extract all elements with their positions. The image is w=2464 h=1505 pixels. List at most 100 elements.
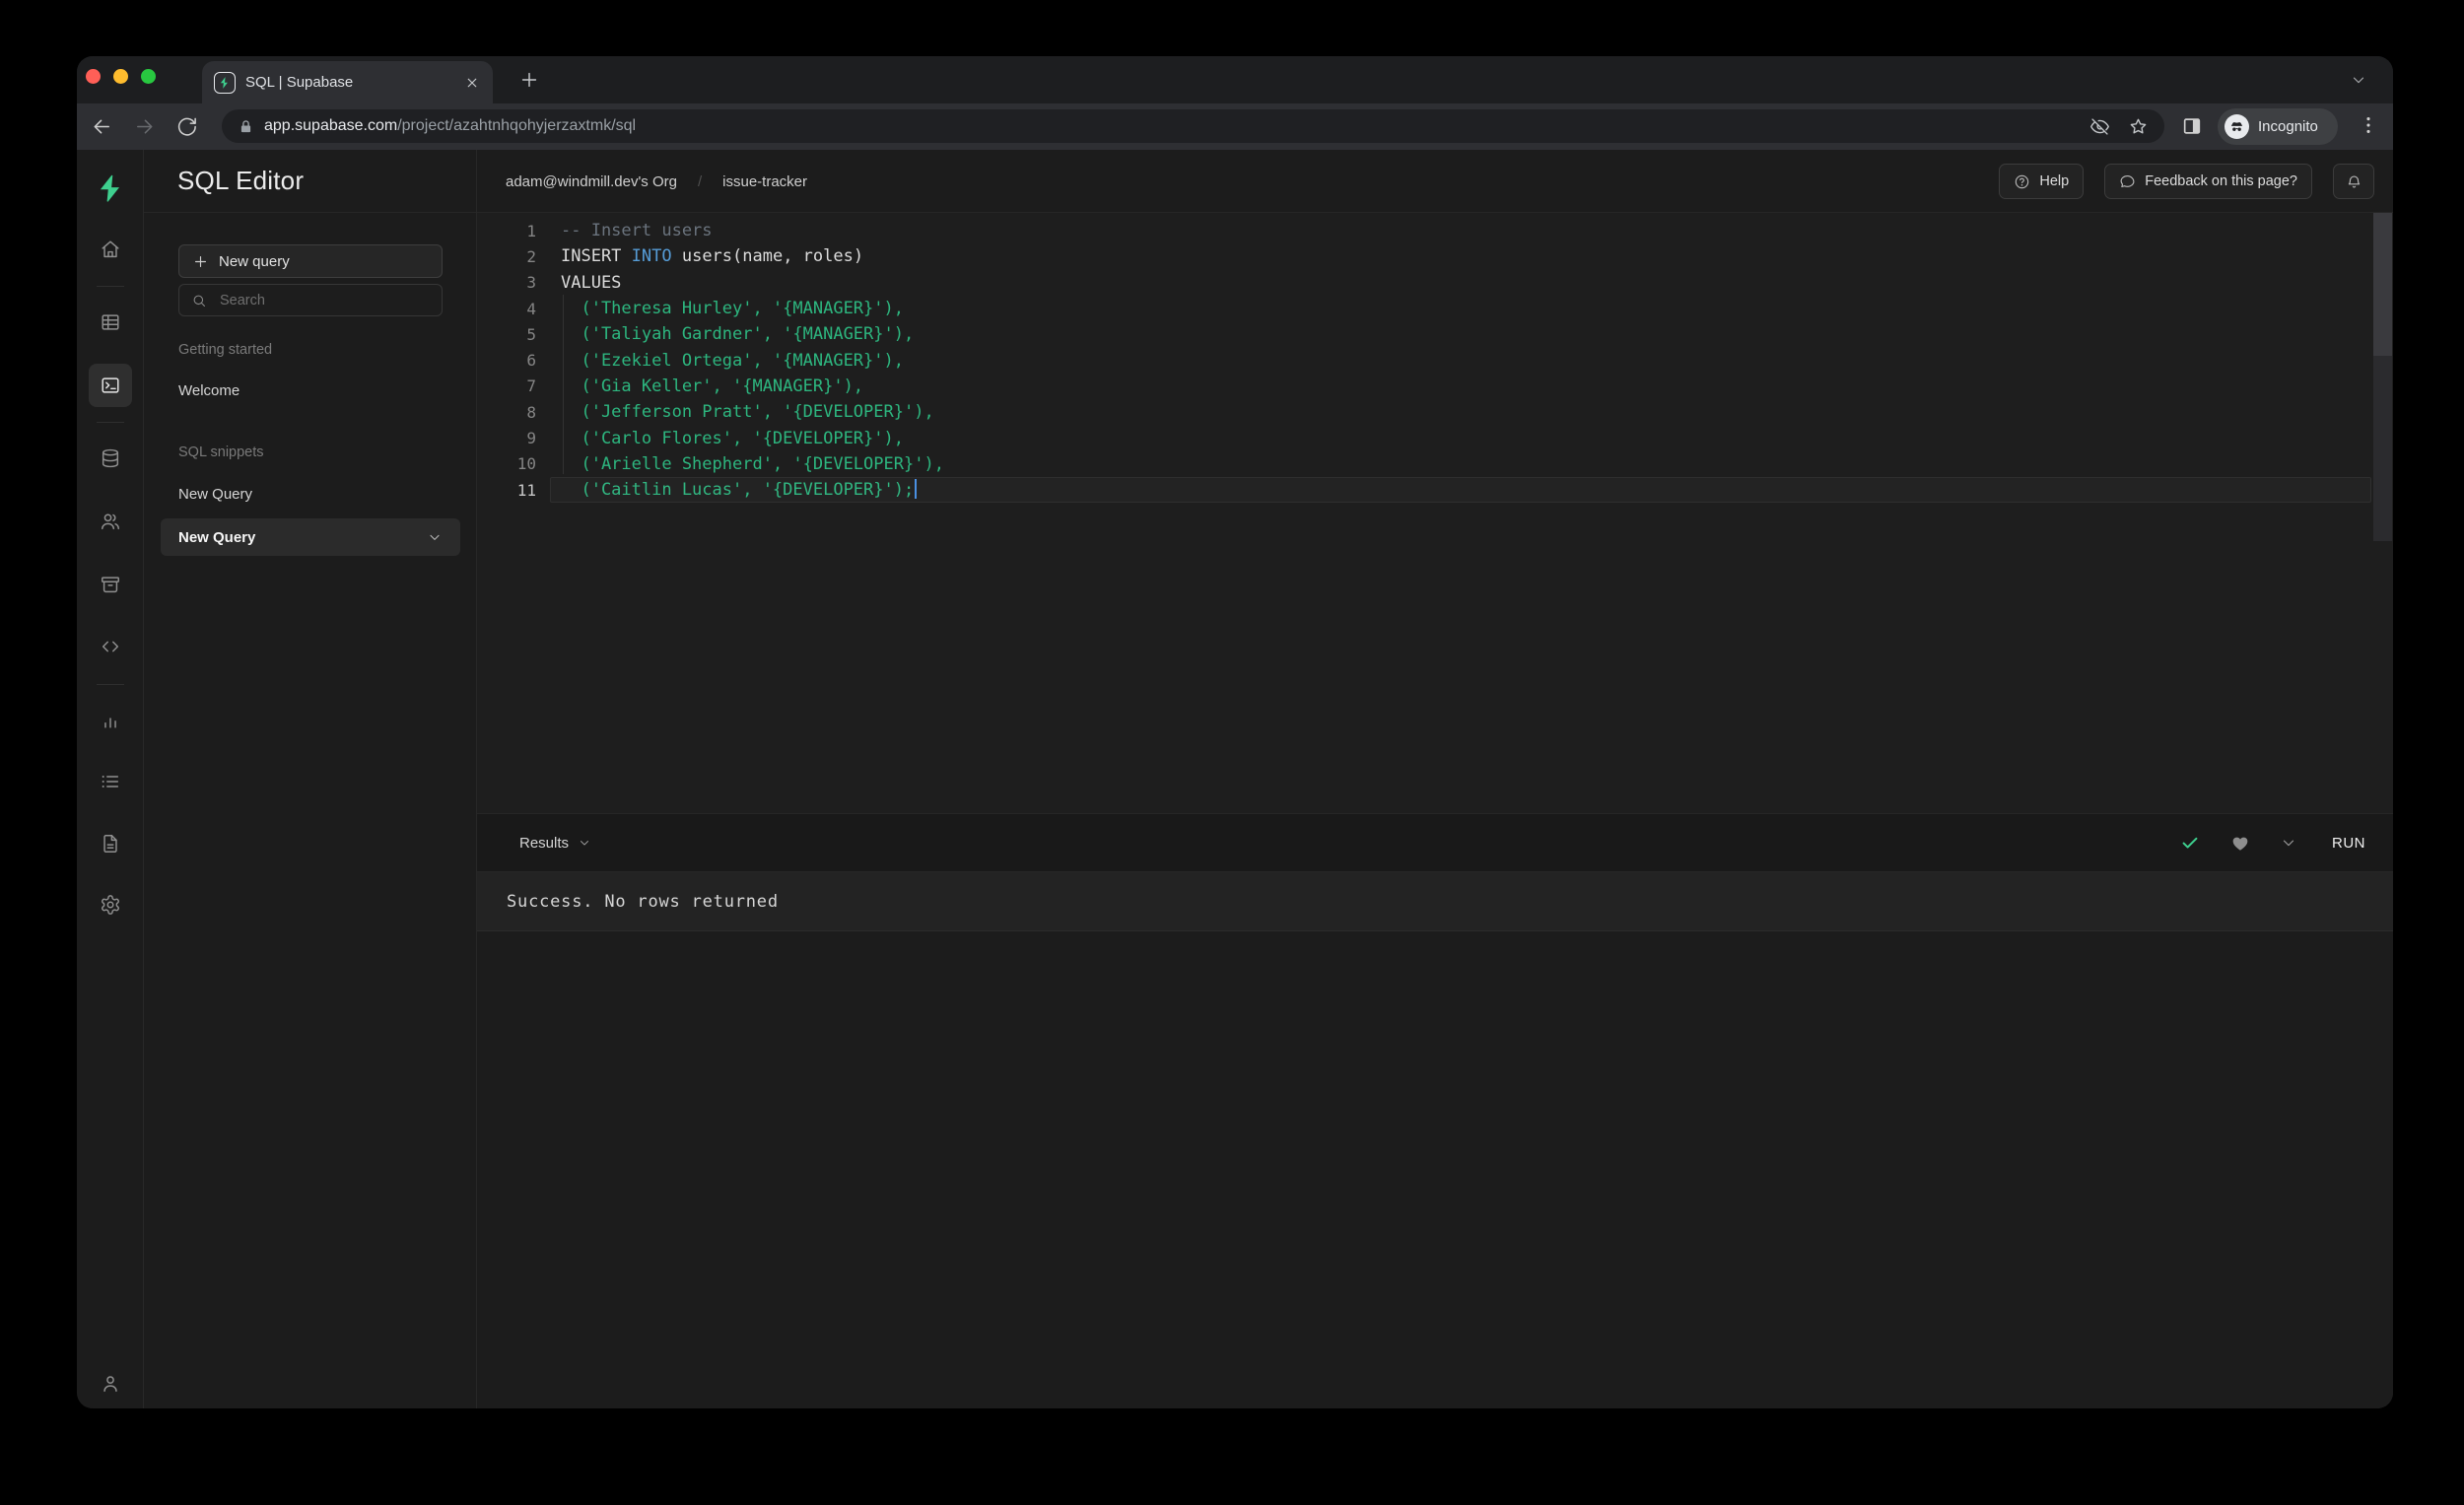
incognito-badge: Incognito [2218, 108, 2338, 145]
feedback-button[interactable]: Feedback on this page? [2104, 164, 2312, 199]
code-line: 2 INSERT INTO users(name, roles) [477, 243, 2393, 269]
supabase-logo[interactable] [96, 173, 125, 203]
snippet-item[interactable]: Welcome [178, 382, 240, 399]
breadcrumb: adam@windmill.dev's Org / issue-tracker [506, 150, 807, 213]
url-domain: app.supabase.com [264, 117, 398, 134]
plus-icon [192, 253, 209, 270]
run-options-chevron-icon[interactable] [2280, 834, 2297, 852]
query-valid-check-icon[interactable] [2179, 832, 2201, 854]
close-window-button[interactable] [86, 69, 101, 84]
sql-editor-panel: SQL Editor New query Getting started Welc… [144, 150, 477, 1408]
rail-item-sql-editor[interactable] [89, 364, 132, 407]
code-text: ('Gia Keller', '{MANAGER}'), [561, 376, 864, 396]
forward-button[interactable] [133, 115, 156, 138]
browser-menu-icon[interactable] [2358, 114, 2379, 136]
search-input[interactable] [218, 291, 430, 309]
back-button[interactable] [91, 115, 113, 138]
reload-button[interactable] [175, 115, 198, 138]
logs-icon [102, 775, 119, 788]
code-line: 4 ('Theresa Hurley', '{MANAGER}'), [477, 296, 2393, 321]
storage-icon [102, 577, 119, 593]
help-button[interactable]: Help [1999, 164, 2085, 199]
feedback-button-label: Feedback on this page? [2145, 173, 2297, 189]
rail-item-home[interactable] [89, 228, 132, 271]
sql-editor-icon [102, 377, 119, 393]
rail-item-edge-functions[interactable] [89, 625, 132, 668]
code-text: ('Theresa Hurley', '{MANAGER}'), [561, 299, 904, 319]
browser-window: SQL | Supabase app.supabase.com/project/… [77, 56, 2393, 1408]
breadcrumb-project[interactable]: issue-tracker [722, 173, 807, 190]
minimize-window-button[interactable] [113, 69, 128, 84]
snippet-item[interactable]: New Query [178, 486, 252, 503]
settings-gear-icon [102, 895, 119, 915]
code-line: 7 ('Gia Keller', '{MANAGER}'), [477, 374, 2393, 399]
code-text: -- Insert users [561, 221, 713, 241]
browser-tab[interactable]: SQL | Supabase [202, 61, 493, 103]
section-label: Getting started [178, 342, 273, 358]
code-line: 5 ('Taliyah Gardner', '{MANAGER}'), [477, 321, 2393, 347]
desktop-background: SQL | Supabase app.supabase.com/project/… [0, 0, 2464, 1505]
new-query-button-label: New query [219, 252, 290, 270]
rail-item-docs[interactable] [89, 822, 132, 865]
chevron-down-icon[interactable] [427, 529, 443, 545]
results-empty-area [477, 931, 2393, 1408]
code-line: 9 ('Carlo Flores', '{DEVELOPER}'), [477, 425, 2393, 450]
code-text: ('Taliyah Gardner', '{MANAGER}'), [561, 324, 915, 345]
database-icon [102, 448, 119, 468]
url-bar[interactable]: app.supabase.com/project/azahtnhqohyjerz… [222, 109, 2164, 143]
rail-item-account[interactable] [89, 1362, 132, 1405]
editor-scrollbar[interactable] [2373, 213, 2392, 541]
side-panel-icon[interactable] [2181, 115, 2203, 137]
snippet-item-selected[interactable]: New Query [161, 518, 460, 556]
sql-code-editor[interactable]: 1 -- Insert users 2 INSERT INTO users(name,… [477, 213, 2393, 813]
rail-item-storage[interactable] [89, 563, 132, 606]
query-result-message-row: Success. No rows returned [477, 872, 2393, 931]
new-query-button[interactable]: New query [178, 244, 443, 278]
home-icon [102, 240, 119, 258]
code-line: 3 VALUES [477, 270, 2393, 296]
line-number: 5 [526, 324, 536, 344]
eye-off-icon[interactable] [2089, 116, 2110, 137]
chevron-down-icon [578, 836, 591, 850]
rail-item-reports[interactable] [89, 699, 132, 742]
docs-icon [103, 835, 117, 853]
code-line: 6 ('Ezekiel Ortega', '{MANAGER}'), [477, 347, 2393, 373]
breadcrumb-separator: / [697, 172, 703, 190]
rail-item-settings-gear[interactable] [89, 883, 132, 926]
main-content: adam@windmill.dev's Org / issue-tracker … [477, 150, 2393, 1408]
breadcrumb-org[interactable]: adam@windmill.dev's Org [506, 173, 677, 190]
rail-divider [97, 286, 124, 287]
run-button[interactable]: RUN [2326, 835, 2365, 852]
close-tab-icon[interactable] [463, 74, 481, 92]
rail-item-auth-users[interactable] [89, 500, 132, 543]
panel-header: SQL Editor [144, 150, 476, 213]
new-tab-button[interactable] [518, 69, 540, 91]
code-line: 11 ('Caitlin Lucas', '{DEVELOPER}'); [477, 476, 2393, 504]
favorite-heart-icon[interactable] [2229, 832, 2251, 854]
zoom-window-button[interactable] [141, 69, 156, 84]
code-text: ('Caitlin Lucas', '{DEVELOPER}'); [561, 479, 918, 500]
text-cursor [915, 479, 918, 500]
reports-icon [104, 718, 116, 728]
rail-item-table-editor[interactable] [89, 301, 132, 344]
line-number: 9 [526, 429, 536, 448]
code-text: INSERT INTO users(name, roles) [561, 246, 864, 267]
line-number: 1 [526, 221, 536, 240]
incognito-label: Incognito [2258, 118, 2318, 135]
rail-item-database[interactable] [89, 437, 132, 480]
supabase-app: SQL Editor New query Getting started Welc… [77, 150, 2393, 1408]
section-label: SQL snippets [178, 445, 264, 460]
supabase-favicon-icon [214, 71, 236, 94]
line-number: 2 [526, 246, 536, 266]
search-box[interactable] [178, 284, 443, 316]
rail-item-logs[interactable] [89, 760, 132, 803]
notifications-button[interactable] [2333, 164, 2374, 199]
account-icon [103, 1376, 117, 1393]
snippet-item-label: New Query [178, 528, 256, 546]
tab-search-chevron-icon[interactable] [2350, 71, 2367, 89]
bookmark-star-icon[interactable] [2128, 116, 2149, 137]
results-dropdown[interactable]: Results [519, 835, 591, 852]
help-button-label: Help [2039, 173, 2070, 189]
question-circle-icon [2014, 173, 2030, 190]
code-text: ('Ezekiel Ortega', '{MANAGER}'), [561, 350, 904, 371]
